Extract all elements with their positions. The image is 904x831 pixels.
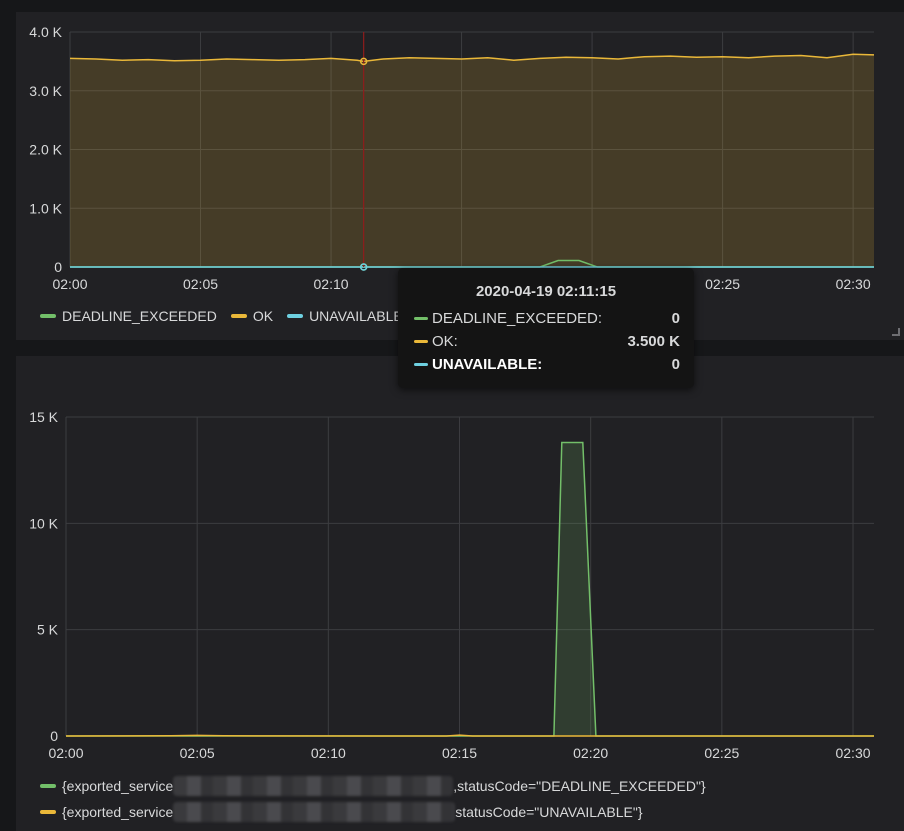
y-tick-label: 0 [50, 728, 58, 744]
x-tick-label: 02:25 [704, 745, 739, 761]
tooltip-row-deadline-exceeded: DEADLINE_EXCEEDED: 0 [414, 310, 680, 327]
panel2-legend-row-2[interactable]: {exported_service statusCode="UNAVAILABL… [40, 802, 643, 822]
panel1-legend: DEADLINE_EXCEEDED OK UNAVAILABLE [40, 308, 417, 324]
x-tick-label: 02:30 [836, 276, 871, 292]
legend-swatch [40, 810, 56, 814]
legend-label: DEADLINE_EXCEEDED [62, 308, 217, 324]
legend-swatch [230, 314, 247, 318]
tooltip-swatch [414, 363, 428, 366]
tooltip-series-value: 3.500 K [627, 333, 680, 350]
tooltip-series-value: 0 [671, 356, 680, 373]
series-area-0 [66, 442, 874, 736]
tooltip-series-value: 0 [671, 310, 680, 327]
tooltip-series-name: DEADLINE_EXCEEDED: [432, 310, 603, 327]
x-tick-label: 02:10 [314, 276, 349, 292]
y-tick-label: 0 [54, 259, 62, 275]
legend-swatch [40, 314, 56, 318]
hover-tooltip: 2020-04-19 02:11:15 DEADLINE_EXCEEDED: 0… [398, 268, 694, 388]
legend-item-unavailable[interactable]: UNAVAILABLE [287, 308, 403, 324]
tooltip-title: 2020-04-19 02:11:15 [475, 283, 617, 300]
x-tick-label: 02:00 [48, 745, 83, 761]
x-tick-label: 02:20 [573, 745, 608, 761]
panel2-legend-row-1[interactable]: {exported_service ,statusCode="DEADLINE_… [40, 776, 706, 796]
series-line-0 [66, 441, 874, 737]
tooltip-swatch [414, 317, 428, 320]
redacted-block [173, 776, 454, 796]
legend-item-deadline-exceeded[interactable]: DEADLINE_EXCEEDED [40, 308, 217, 324]
y-tick-label: 5 K [37, 622, 59, 638]
exported-service-panel: 0 5 K 10 K 15 K 02:00 02:05 02:10 02:15 02:20 02:… [16, 356, 904, 831]
legend-label-prefix: {exported_service [62, 804, 174, 820]
tooltip-series-name: UNAVAILABLE: [432, 356, 543, 373]
tooltip-series-name: OK: [432, 333, 458, 350]
x-tick-label: 02:30 [835, 745, 870, 761]
x-tick-label: 02:05 [183, 276, 218, 292]
series-line-1 [65, 734, 874, 737]
legend-label-suffix: ,statusCode="DEADLINE_EXCEEDED"} [453, 778, 706, 794]
legend-swatch [40, 784, 56, 788]
series-area-0 [70, 54, 874, 267]
legend-label: UNAVAILABLE [309, 308, 403, 324]
legend-label: OK [252, 308, 274, 324]
x-tick-label: 02:05 [180, 745, 215, 761]
x-tick-label: 02:00 [52, 276, 87, 292]
legend-label-suffix: statusCode="UNAVAILABLE"} [455, 804, 643, 820]
panel-resize-handle[interactable] [892, 328, 900, 336]
exported-service-chart[interactable]: 0 5 K 10 K 15 K 02:00 02:05 02:10 02:15 02:20 02:… [16, 356, 904, 831]
y-tick-label: 2.0 K [29, 142, 62, 158]
legend-item-ok[interactable]: OK [230, 308, 274, 324]
y-tick-label: 3.0 K [29, 83, 62, 99]
legend-swatch [287, 314, 304, 318]
x-tick-label: 02:10 [311, 745, 346, 761]
tooltip-row-ok: OK: 3.500 K [414, 333, 680, 350]
x-tick-label: 02:15 [442, 745, 477, 761]
y-tick-label: 4.0 K [29, 24, 62, 40]
x-tick-label: 02:25 [705, 276, 740, 292]
redacted-block [173, 802, 456, 822]
y-tick-label: 15 K [29, 409, 58, 425]
legend-label-prefix: {exported_service [62, 778, 174, 794]
tooltip-row-unavailable: UNAVAILABLE: 0 [414, 356, 680, 373]
y-tick-label: 10 K [29, 515, 58, 531]
y-tick-label: 1.0 K [29, 200, 62, 216]
tooltip-swatch [414, 340, 428, 343]
